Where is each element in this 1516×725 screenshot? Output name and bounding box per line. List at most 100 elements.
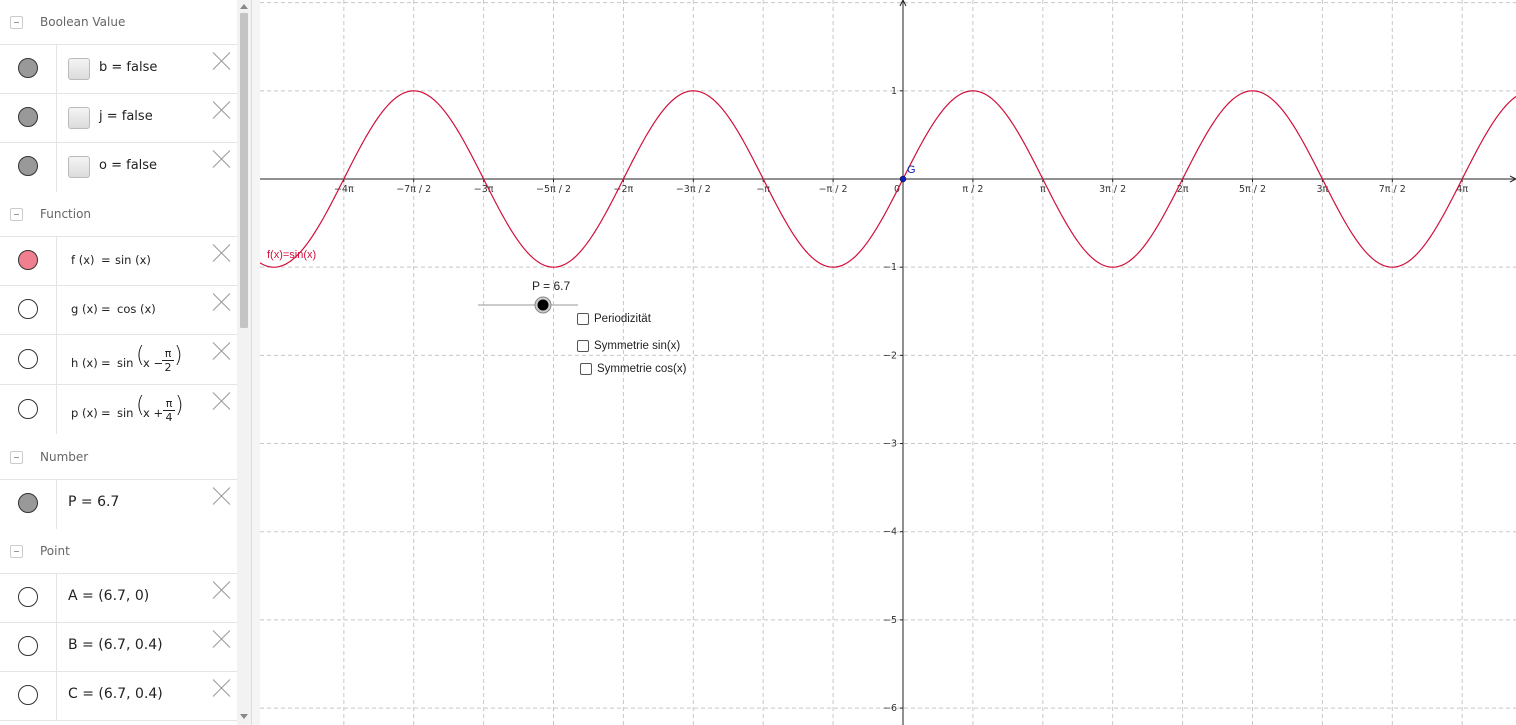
x-tick-label: 5π / 2 xyxy=(1239,184,1266,195)
x-tick-label: 3π xyxy=(1317,184,1329,195)
x-tick-label: 3π / 2 xyxy=(1099,184,1126,195)
category-label: Boolean Value xyxy=(40,15,126,29)
algebra-item-text: b = false xyxy=(99,60,158,75)
divider xyxy=(56,335,57,384)
algebra-view: Boolean Value b = false j = false o = fa… xyxy=(0,0,237,725)
x-tick-label: −π / 2 xyxy=(819,184,848,195)
checkbox-symmetrie-cos[interactable]: Symmetrie cos(x) xyxy=(580,363,686,375)
algebra-item-b[interactable]: b = false xyxy=(0,44,237,94)
algebra-item-p[interactable]: p (x) = sin ( x + π 4 ) xyxy=(0,384,237,434)
visibility-toggle[interactable] xyxy=(18,587,38,607)
visibility-toggle[interactable] xyxy=(18,636,38,656)
y-tick-label: −6 xyxy=(883,703,897,714)
function-name: h (x) xyxy=(71,356,98,370)
visibility-toggle[interactable] xyxy=(18,493,38,513)
boolean-checkbox[interactable] xyxy=(68,58,90,80)
x-tick-label: −5π / 2 xyxy=(536,184,571,195)
y-tick-label: −1 xyxy=(883,262,897,273)
slider-knob[interactable] xyxy=(537,299,549,311)
delete-icon[interactable] xyxy=(213,52,231,70)
algebra-item-j[interactable]: j = false xyxy=(0,93,237,143)
coordinate-plane[interactable]: −4π −7π / 2 −3π −5π / 2 −2π −3π / 2 −π −π / 20π… xyxy=(260,0,1516,725)
visibility-toggle[interactable] xyxy=(18,399,38,419)
algebra-item-text: C = (6.7, 0.4) xyxy=(68,686,163,702)
algebra-item-A[interactable]: A = (6.7, 0) xyxy=(0,573,237,623)
category-point: Point xyxy=(0,529,237,575)
divider xyxy=(56,143,57,192)
collapse-toggle[interactable] xyxy=(10,16,23,29)
algebra-item-text: o = false xyxy=(99,158,158,173)
scrollbar-thumb[interactable] xyxy=(240,13,248,328)
boolean-checkbox[interactable] xyxy=(68,107,90,129)
algebra-item-P[interactable]: P = 6.7 xyxy=(0,479,237,529)
visibility-toggle[interactable] xyxy=(18,299,38,319)
delete-icon[interactable] xyxy=(213,679,231,697)
function-expression: sin xyxy=(117,356,134,370)
visibility-toggle[interactable] xyxy=(18,156,38,176)
checkbox-box[interactable] xyxy=(577,313,589,325)
scroll-down-arrow-icon[interactable] xyxy=(240,714,248,719)
point-g[interactable] xyxy=(899,175,907,183)
function-expression: sin xyxy=(117,406,134,420)
curve-label[interactable]: f(x)=sin(x) xyxy=(267,249,316,261)
delete-icon[interactable] xyxy=(213,581,231,599)
divider xyxy=(56,286,57,335)
algebra-item-C[interactable]: C = (6.7, 0.4) xyxy=(0,671,237,721)
algebra-item-g[interactable]: g (x) = cos (x) xyxy=(0,285,237,335)
divider xyxy=(56,672,57,720)
visibility-toggle[interactable] xyxy=(18,685,38,705)
algebra-item-h[interactable]: h (x) = sin ( x − π 2 ) xyxy=(0,334,237,384)
x-tick-label: 7π / 2 xyxy=(1379,184,1406,195)
y-tick-label: −2 xyxy=(883,350,897,361)
divider xyxy=(56,480,57,529)
y-tick-label: −5 xyxy=(883,615,897,626)
equals-sign: = xyxy=(101,302,111,316)
collapse-toggle[interactable] xyxy=(10,208,23,221)
fraction-numerator: π xyxy=(165,397,173,410)
algebra-item-text: A = (6.7, 0) xyxy=(68,588,150,604)
point-label[interactable]: G xyxy=(907,164,916,176)
visibility-toggle[interactable] xyxy=(18,58,38,78)
delete-icon[interactable] xyxy=(213,487,231,505)
checkbox-periodizitaet[interactable]: Periodizität xyxy=(577,313,651,325)
divider xyxy=(56,385,57,434)
delete-icon[interactable] xyxy=(213,342,231,360)
function-name: p (x) xyxy=(71,406,98,420)
function-expression: cos (x) xyxy=(117,302,156,316)
x-tick-label: −7π / 2 xyxy=(396,184,431,195)
visibility-toggle[interactable] xyxy=(18,349,38,369)
divider xyxy=(56,45,57,94)
delete-icon[interactable] xyxy=(213,293,231,311)
x-tick-label: π / 2 xyxy=(962,184,983,195)
algebra-item-f[interactable]: f (x) = sin (x) xyxy=(0,236,237,286)
visibility-toggle[interactable] xyxy=(18,250,38,270)
y-tick-label: 1 xyxy=(891,86,897,97)
slider-label[interactable]: P = 6.7 xyxy=(532,279,570,293)
scroll-up-arrow-icon[interactable] xyxy=(240,4,248,9)
y-tick-label: −3 xyxy=(883,439,897,450)
visibility-toggle[interactable] xyxy=(18,107,38,127)
paren-close: ) xyxy=(174,343,183,368)
delete-icon[interactable] xyxy=(213,630,231,648)
delete-icon[interactable] xyxy=(213,150,231,168)
algebra-item-text: B = (6.7, 0.4) xyxy=(68,637,163,653)
algebra-item-o[interactable]: o = false xyxy=(0,142,237,192)
algebra-item-B[interactable]: B = (6.7, 0.4) xyxy=(0,622,237,672)
view-splitter[interactable] xyxy=(251,0,260,725)
x-tick-label: 2π xyxy=(1177,184,1189,195)
x-tick-label: −3π / 2 xyxy=(676,184,711,195)
checkbox-symmetrie-sin[interactable]: Symmetrie sin(x) xyxy=(577,340,680,352)
category-boolean-value: Boolean Value xyxy=(0,0,237,46)
collapse-toggle[interactable] xyxy=(10,451,23,464)
boolean-checkbox[interactable] xyxy=(68,156,90,178)
delete-icon[interactable] xyxy=(213,392,231,410)
collapse-toggle[interactable] xyxy=(10,545,23,558)
algebra-scrollbar[interactable] xyxy=(237,0,251,725)
graphics-view[interactable]: −4π −7π / 2 −3π −5π / 2 −2π −3π / 2 −π −π / 20π… xyxy=(260,0,1516,725)
checkbox-box[interactable] xyxy=(577,340,589,352)
delete-icon[interactable] xyxy=(213,101,231,119)
delete-icon[interactable] xyxy=(213,244,231,262)
divider xyxy=(56,623,57,672)
checkbox-box[interactable] xyxy=(580,363,592,375)
checkbox-label: Periodizität xyxy=(594,313,651,325)
